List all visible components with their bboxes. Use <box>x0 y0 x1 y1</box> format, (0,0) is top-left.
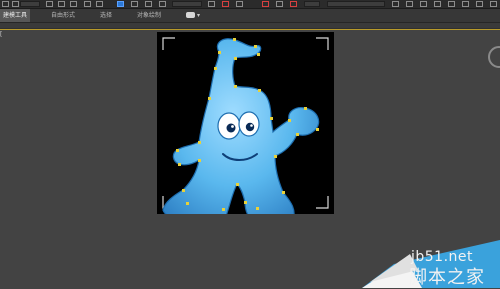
selection-set-dropdown[interactable] <box>327 1 385 7</box>
schematic-icon[interactable] <box>462 1 469 7</box>
angle-snap-icon[interactable] <box>236 1 243 7</box>
pivot-icon[interactable] <box>208 1 215 7</box>
undo-icon[interactable] <box>2 1 9 7</box>
move-icon[interactable] <box>131 1 138 7</box>
mirror-icon[interactable] <box>392 1 399 7</box>
figure-canvas <box>162 37 329 214</box>
curve-editor-icon[interactable] <box>448 1 455 7</box>
named-sel-field[interactable] <box>304 1 320 7</box>
spinner-snap-icon[interactable] <box>276 1 283 7</box>
toolbar-field[interactable] <box>20 1 40 7</box>
filter-icon[interactable] <box>84 1 91 7</box>
watermark-site-name: 脚本之家 <box>409 267 485 288</box>
tab-object-paint[interactable]: 对象绘制 <box>134 9 164 22</box>
main-toolbar <box>0 0 500 9</box>
align-icon[interactable] <box>406 1 413 7</box>
ribbon-tabs: 建模工具 自由形式 选择 对象绘制 ▾ <box>0 9 500 23</box>
chevron-down-icon[interactable]: ▾ <box>197 9 200 22</box>
unlink-icon[interactable] <box>58 1 65 7</box>
bind-icon[interactable] <box>70 1 77 7</box>
graphite-icon[interactable] <box>434 1 441 7</box>
percent-snap-icon[interactable] <box>262 1 269 7</box>
ribbon-options-button[interactable] <box>186 12 195 18</box>
named-sel-icon[interactable] <box>290 1 297 7</box>
viewport-label[interactable]: [ <box>0 31 2 38</box>
snap-icon[interactable] <box>222 1 229 7</box>
coord-dropdown[interactable] <box>172 1 202 7</box>
tab-freeform[interactable]: 自由形式 <box>48 9 78 22</box>
render-icon[interactable] <box>490 1 497 7</box>
scale-icon[interactable] <box>159 1 166 7</box>
reference-plane[interactable] <box>157 32 334 214</box>
layer-icon[interactable] <box>420 1 427 7</box>
select-icon[interactable] <box>117 1 124 7</box>
region-icon[interactable] <box>96 1 103 7</box>
viewcube-icon[interactable] <box>488 46 500 68</box>
tab-modeling-tools[interactable]: 建模工具 <box>0 9 31 22</box>
redo-icon[interactable] <box>12 1 19 7</box>
rotate-icon[interactable] <box>145 1 152 7</box>
link-icon[interactable] <box>46 1 53 7</box>
tab-selection[interactable]: 选择 <box>97 9 115 22</box>
material-editor-icon[interactable] <box>476 1 483 7</box>
